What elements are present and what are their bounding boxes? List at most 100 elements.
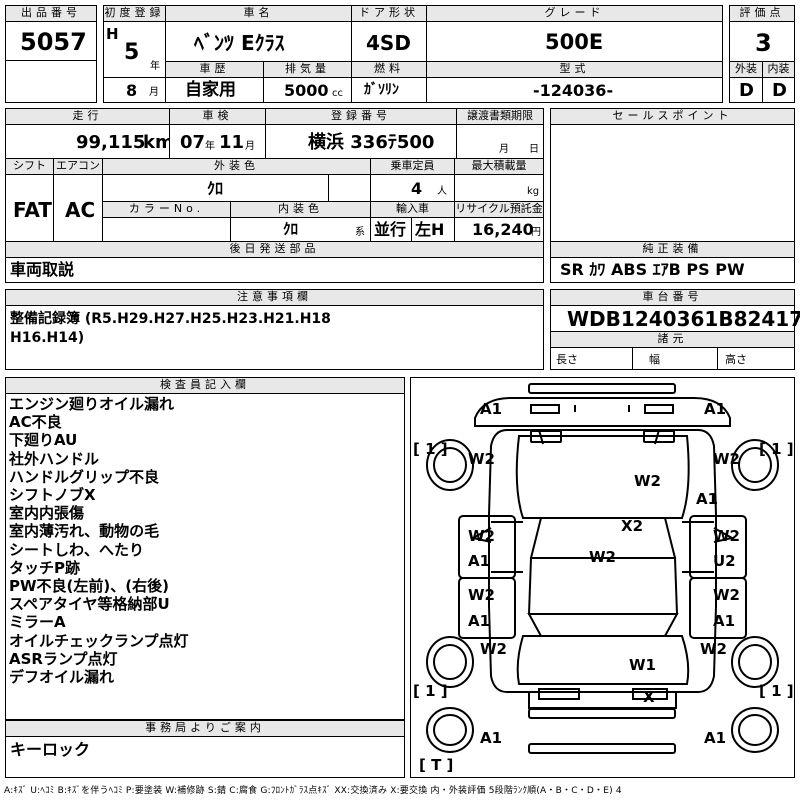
mark-fender-fl: W2 <box>468 450 495 468</box>
lot-box: 5057 <box>5 21 97 61</box>
mark-rear-right: A1 <box>704 729 727 747</box>
inspector-note: エンジン廻りオイル漏れ <box>9 395 175 413</box>
inspector-note: シートしわ、へたり <box>9 540 145 559</box>
exterior-label: 外装 <box>729 61 763 78</box>
inspector-box: 検査員記入欄 エンジン廻りオイル漏れ AC不良 下廻りAU 社外ハンドル ハンド… <box>5 377 405 720</box>
mark-rear-plate: X <box>643 688 655 706</box>
mark-bracket-fl: [ 1 ] <box>413 440 448 458</box>
later-parts-box: 車両取説 <box>5 257 544 283</box>
caution-line-2: H16.H14) <box>10 330 85 346</box>
reg-year-unit: 年 <box>150 61 160 72</box>
fuel-label: 燃料 <box>351 61 427 78</box>
length-label: 長さ <box>556 353 578 366</box>
grade-label: グレード <box>426 5 723 22</box>
displacement-box: 5000 cc <box>263 77 352 103</box>
recycle-label: リサイクル預託金 <box>454 201 544 218</box>
plate-box: 横浜 336ﾃ500 <box>265 124 457 159</box>
exterior-score: D <box>739 80 754 101</box>
color-label: 外装色 <box>102 158 371 175</box>
max-load-box: kg <box>454 174 544 202</box>
transfer-day-unit: 日 <box>529 144 539 155</box>
height-box: 高さ <box>717 347 795 370</box>
capacity-label: 乗車定員 <box>370 158 455 175</box>
equipment-box: SR ｶﾜ ABS ｴｱB PS PW <box>550 257 795 283</box>
mark-hood: W2 <box>634 472 661 490</box>
model-code-box: -124036- <box>426 77 723 103</box>
inspection-year: 07 <box>180 132 206 153</box>
interior-color-label: 内装色 <box>230 201 371 218</box>
shift-label: シフト <box>5 158 54 175</box>
inspection-month: 11 <box>219 132 245 153</box>
reg-year: 5 <box>124 40 140 65</box>
inspector-note: 室内内張傷 <box>9 504 85 523</box>
capacity: 4 <box>411 179 423 198</box>
mark-fender-fr: W2 <box>713 450 740 468</box>
grade: 500E <box>545 30 604 54</box>
inspector-note: 社外ハンドル <box>9 449 100 468</box>
interior-box: D <box>762 77 795 103</box>
office-box: 事務局よりご案内 キーロック <box>5 720 405 778</box>
later-parts: 車両取説 <box>10 260 75 279</box>
history-label: 車歴 <box>165 61 264 78</box>
shift: FAT <box>13 198 52 222</box>
displacement: 5000 <box>284 81 329 100</box>
interior-label: 内装 <box>762 61 795 78</box>
fuel: ｶﾞｿﾘﾝ <box>364 82 399 98</box>
first-reg-month-box: 8 月 <box>103 77 166 103</box>
inspector-note: スペアタイヤ等格納部U <box>9 595 170 614</box>
caution-line-1: 整備記録簿 (R5.H29.H27.H25.H23.H21.H18 <box>10 311 331 327</box>
grade-box: 500E <box>426 21 723 62</box>
model-code: -124036- <box>533 81 614 100</box>
inspection-box: 07 年 11 月 <box>169 124 266 159</box>
equipment-label: 純正装備 <box>550 241 795 258</box>
lot-label: 出品番号 <box>5 5 97 22</box>
score-label: 評価点 <box>729 5 795 22</box>
first-reg-box: H 5 年 <box>103 21 166 78</box>
car-name-box: ﾍﾞﾝﾂ Eｸﾗｽ <box>165 21 352 62</box>
inspector-label: 検査員記入欄 <box>5 377 405 394</box>
auction-sheet: 出品番号 5057 初度登録 H 5 年 8 月 車名 ﾍﾞﾝﾂ Eｸﾗｽ ドア… <box>0 0 800 800</box>
inspector-note: AC不良 <box>9 413 62 432</box>
import-type: 並行 <box>374 220 407 239</box>
inspector-note: PW不良(左前)、(右後) <box>9 577 169 596</box>
dims-label: 諸元 <box>550 331 795 348</box>
car-name: ﾍﾞﾝﾂ Eｸﾗｽ <box>194 31 285 55</box>
caution-box: 整備記録簿 (R5.H29.H27.H25.H23.H21.H18 H16.H1… <box>5 305 544 370</box>
equipment: SR ｶﾜ ABS ｴｱB PS PW <box>560 260 745 279</box>
inspector-note: タッチP跡 <box>9 558 80 577</box>
capacity-unit: 人 <box>437 186 447 197</box>
ac: AC <box>65 198 96 222</box>
inspector-note: デフオイル漏れ <box>9 668 115 687</box>
mark-door-fl-lower: A1 <box>468 552 491 570</box>
color-blank <box>328 174 371 202</box>
shift-box: FAT <box>5 174 54 242</box>
color: ｸﾛ <box>207 179 224 198</box>
legend-footer: A:ｷｽﾞ U:ﾍｺﾐ B:ｷｽﾞを伴うﾍｺﾐ P:要塗装 W:補修跡 S:錆 … <box>4 786 622 796</box>
mark-bracket-fr: [ 1 ] <box>759 440 794 458</box>
later-parts-label: 後日発送部品 <box>5 241 544 258</box>
import-type-box: 並行 <box>370 217 412 242</box>
inspector-note: オイルチェックランプ点灯 <box>9 631 189 650</box>
mark-front-right: A1 <box>704 400 727 418</box>
mark-bracket-rr: [ 1 ] <box>759 682 794 700</box>
mark-door-rr-lower: A1 <box>713 612 736 630</box>
mileage-label: 走行 <box>5 108 170 125</box>
exterior-box: D <box>729 77 763 103</box>
inspection-month-unit: 月 <box>245 141 255 152</box>
mark-fender-rr: W2 <box>700 640 727 658</box>
sales-point-label: セールスポイント <box>550 108 795 125</box>
recycle-fee: 16,240 <box>472 220 534 239</box>
mark-spare-tire: [ T ] <box>419 756 454 774</box>
mark-trunk: W1 <box>629 656 656 674</box>
office-label: 事務局よりご案内 <box>5 720 405 737</box>
max-load-unit: kg <box>527 186 540 197</box>
transfer-month-unit: 月 <box>499 144 509 155</box>
score-box: 3 <box>729 21 795 62</box>
color-no-box <box>102 217 231 242</box>
mark-door-rl-lower: A1 <box>468 612 491 630</box>
car-name-label: 車名 <box>165 5 352 22</box>
reg-month: 8 <box>126 81 138 100</box>
lot-number: 5057 <box>20 28 87 56</box>
mileage-box: 99,115 km <box>5 124 174 159</box>
mark-door-rr-upper: W2 <box>713 586 740 604</box>
